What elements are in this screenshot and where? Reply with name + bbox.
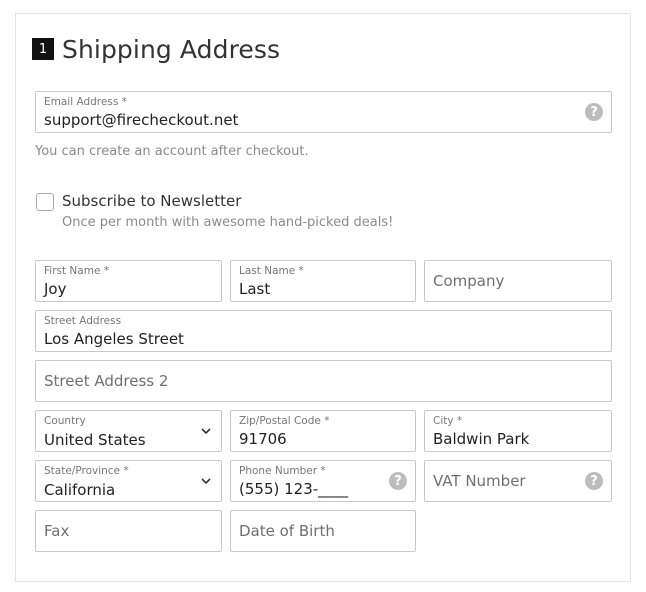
first-name-value: Joy — [44, 280, 67, 298]
street-address-2-placeholder: Street Address 2 — [44, 372, 169, 390]
phone-help-icon[interactable]: ? — [389, 472, 407, 490]
section-title: Shipping Address — [62, 34, 281, 64]
newsletter-checkbox[interactable] — [36, 193, 54, 211]
street-address-value: Los Angeles Street — [44, 330, 184, 348]
zip-field[interactable]: Zip/Postal Code * 91706 — [230, 410, 416, 452]
phone-field[interactable]: Phone Number * (555) 123-____ ? — [230, 460, 416, 502]
newsletter-description: Once per month with awesome hand-picked … — [62, 215, 394, 230]
first-name-field[interactable]: First Name * Joy — [35, 260, 222, 302]
newsletter-label[interactable]: Subscribe to Newsletter — [62, 192, 241, 210]
country-label: Country — [44, 415, 86, 427]
city-field[interactable]: City * Baldwin Park — [424, 410, 612, 452]
first-name-label: First Name * — [44, 265, 109, 277]
street-address-field[interactable]: Street Address Los Angeles Street — [35, 310, 612, 352]
state-value: California — [44, 481, 116, 499]
date-of-birth-placeholder: Date of Birth — [239, 522, 335, 540]
email-field[interactable]: Email Address * support@firecheckout.net… — [35, 91, 612, 133]
account-hint: You can create an account after checkout… — [35, 144, 309, 159]
zip-value: 91706 — [239, 430, 287, 448]
phone-value: (555) 123-____ — [239, 480, 349, 498]
vat-placeholder: VAT Number — [433, 472, 526, 490]
chevron-down-icon — [201, 428, 211, 435]
email-value: support@firecheckout.net — [44, 111, 239, 129]
shipping-address-panel: 1 Shipping Address Email Address * suppo… — [15, 13, 631, 582]
vat-help-icon[interactable]: ? — [585, 472, 603, 490]
date-of-birth-field[interactable]: Date of Birth — [230, 510, 416, 552]
vat-field[interactable]: VAT Number ? — [424, 460, 612, 502]
country-select[interactable]: Country United States — [35, 410, 222, 452]
city-value: Baldwin Park — [433, 430, 530, 448]
last-name-label: Last Name * — [239, 265, 304, 277]
zip-label: Zip/Postal Code * — [239, 415, 330, 427]
street-address-label: Street Address — [44, 315, 122, 327]
state-select[interactable]: State/Province * California — [35, 460, 222, 502]
section-header: 1 Shipping Address — [32, 34, 280, 64]
fax-placeholder: Fax — [44, 522, 70, 540]
country-value: United States — [44, 431, 146, 449]
email-label: Email Address * — [44, 96, 127, 108]
email-help-icon[interactable]: ? — [585, 103, 603, 121]
company-placeholder: Company — [433, 272, 505, 290]
street-address-2-field[interactable]: Street Address 2 — [35, 360, 612, 402]
phone-label: Phone Number * — [239, 465, 326, 477]
last-name-value: Last — [239, 280, 271, 298]
step-number-badge: 1 — [32, 38, 54, 60]
company-field[interactable]: Company — [424, 260, 612, 302]
city-label: City * — [433, 415, 463, 427]
fax-field[interactable]: Fax — [35, 510, 222, 552]
last-name-field[interactable]: Last Name * Last — [230, 260, 416, 302]
state-label: State/Province * — [44, 465, 129, 477]
chevron-down-icon — [201, 478, 211, 485]
